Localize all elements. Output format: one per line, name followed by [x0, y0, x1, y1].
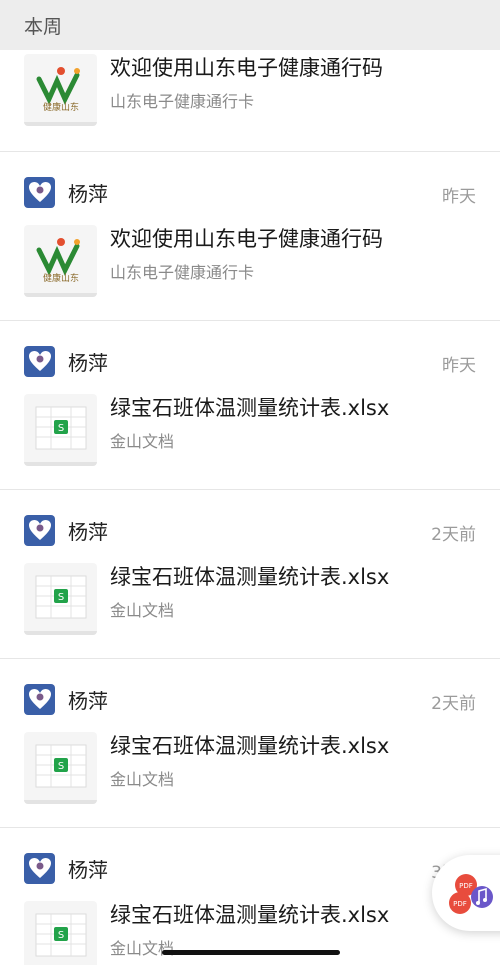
sender-name: 杨萍 [68, 688, 108, 713]
sheet-badge-text: S [57, 592, 63, 603]
card-title: 欢迎使用山东电子健康通行码 [110, 56, 383, 80]
thumb-logo-text: 健康山东 [42, 272, 78, 284]
list-item[interactable]: 杨萍 3天前 S 绿宝石班体温测量统计表.xlsx 金山文档 [0, 828, 500, 965]
sender-row: 杨萍 3天前 [24, 851, 476, 885]
section-header: 本周 [0, 0, 500, 50]
card-source: 金山文档 [110, 601, 175, 620]
link-card[interactable]: 健康山东 欢迎使用山东电子健康通行码 山东电子健康通行卡 [24, 54, 464, 126]
health-pass-logo-icon: 健康山东 [24, 54, 97, 126]
list-item[interactable]: 杨萍 昨天 S 绿宝石班体温测量统计表.xlsx 金山文档 [0, 321, 500, 490]
favorites-list-screen: 本周 健康山东 欢迎使用山东电子健康通行码 山东电子健康通行卡 杨萍 昨天 健康… [0, 0, 500, 965]
card-source: 金山文档 [110, 432, 175, 451]
heart-avatar-icon[interactable] [24, 514, 55, 546]
list-item[interactable]: 杨萍 昨天 健康山东 欢迎使用山东电子健康通行码 山东电子健康通行卡 [0, 152, 500, 321]
sheet-badge-text: S [57, 761, 63, 772]
heart-avatar-icon[interactable] [24, 683, 55, 715]
feed-list: 健康山东 欢迎使用山东电子健康通行码 山东电子健康通行卡 杨萍 昨天 健康山东 … [0, 50, 500, 965]
card-source: 山东电子健康通行卡 [110, 92, 255, 111]
sheet-badge-text: S [57, 930, 63, 941]
card-source: 金山文档 [110, 939, 175, 958]
pdf-label-1: PDF [459, 882, 473, 890]
sender-name: 杨萍 [68, 350, 108, 375]
sender-name: 杨萍 [68, 857, 108, 882]
sender-name: 杨萍 [68, 519, 108, 544]
health-pass-logo-icon: 健康山东 [24, 225, 97, 297]
sender-row: 杨萍 2天前 [24, 513, 476, 547]
card-title: 绿宝石班体温测量统计表.xlsx [110, 903, 390, 927]
sender-name: 杨萍 [68, 181, 108, 206]
list-item[interactable]: 杨萍 2天前 S 绿宝石班体温测量统计表.xlsx 金山文档 [0, 490, 500, 659]
sheet-badge-text: S [57, 423, 63, 434]
link-card[interactable]: 健康山东 欢迎使用山东电子健康通行码 山东电子健康通行卡 [24, 225, 464, 297]
sender-row: 杨萍 昨天 [24, 175, 476, 209]
thumb-logo-text: 健康山东 [42, 101, 78, 113]
spreadsheet-icon: S [24, 394, 97, 466]
heart-avatar-icon[interactable] [24, 345, 55, 377]
timestamp: 昨天 [442, 356, 476, 376]
spreadsheet-icon: S [24, 563, 97, 635]
pdf-music-icon: PDF PDF [449, 874, 493, 914]
section-title: 本周 [24, 15, 63, 38]
sender-row: 杨萍 昨天 [24, 344, 476, 378]
spreadsheet-icon: S [24, 732, 97, 804]
sender-row: 杨萍 2天前 [24, 682, 476, 716]
card-source: 金山文档 [110, 770, 175, 789]
floating-pdf-button[interactable]: PDF PDF [432, 855, 500, 931]
card-title: 欢迎使用山东电子健康通行码 [110, 227, 383, 251]
file-card[interactable]: S 绿宝石班体温测量统计表.xlsx 金山文档 [24, 563, 464, 635]
home-indicator [162, 950, 340, 955]
spreadsheet-icon: S [24, 901, 97, 965]
file-card[interactable]: S 绿宝石班体温测量统计表.xlsx 金山文档 [24, 732, 464, 804]
file-card[interactable]: S 绿宝石班体温测量统计表.xlsx 金山文档 [24, 394, 464, 466]
card-title: 绿宝石班体温测量统计表.xlsx [110, 734, 390, 758]
timestamp: 2天前 [431, 525, 476, 545]
card-title: 绿宝石班体温测量统计表.xlsx [110, 396, 390, 420]
card-title: 绿宝石班体温测量统计表.xlsx [110, 565, 390, 589]
list-item[interactable]: 杨萍 2天前 S 绿宝石班体温测量统计表.xlsx 金山文档 [0, 659, 500, 828]
heart-avatar-icon[interactable] [24, 852, 55, 884]
timestamp: 2天前 [431, 694, 476, 714]
pdf-label-2: PDF [453, 900, 467, 908]
card-source: 山东电子健康通行卡 [110, 263, 255, 282]
file-card[interactable]: S 绿宝石班体温测量统计表.xlsx 金山文档 [24, 901, 464, 965]
heart-avatar-icon[interactable] [24, 176, 55, 208]
list-item[interactable]: 健康山东 欢迎使用山东电子健康通行码 山东电子健康通行卡 [0, 50, 500, 152]
timestamp: 昨天 [442, 187, 476, 207]
